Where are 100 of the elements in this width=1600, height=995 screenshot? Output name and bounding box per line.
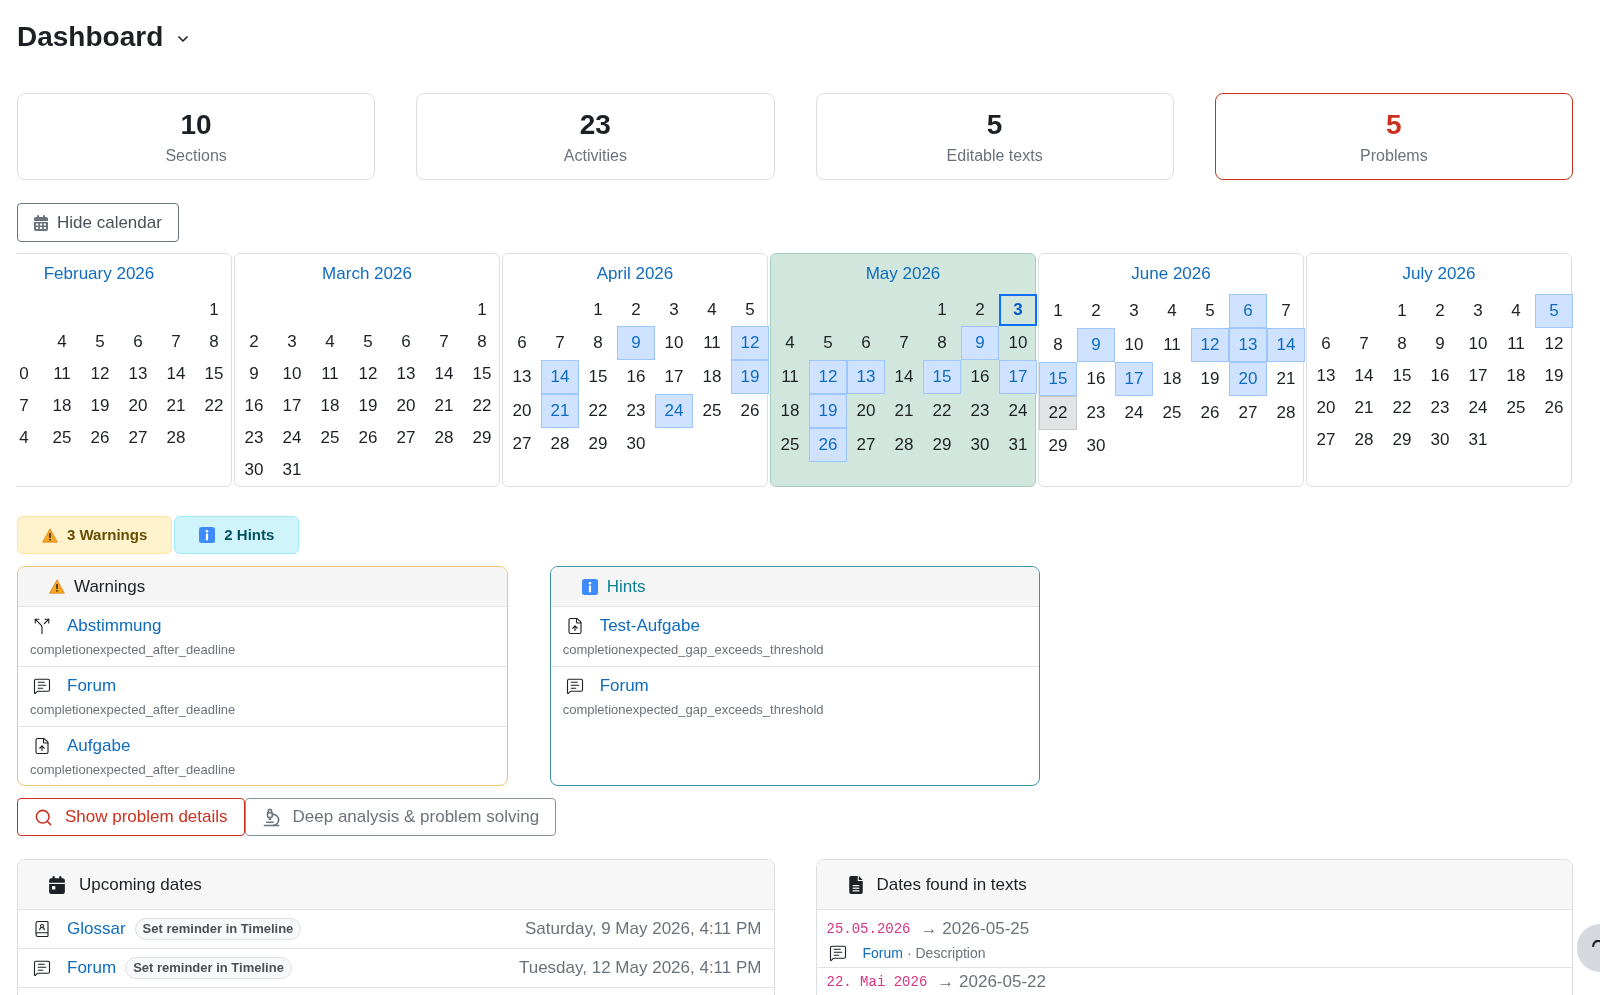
calendar-day: 24 [1115, 397, 1153, 429]
calendar-day: 15 [923, 360, 961, 394]
issue-code: completionexpected_after_deadline [30, 761, 236, 779]
calendar-day: 7 [157, 326, 195, 358]
activity-link[interactable]: Forum [599, 674, 649, 698]
issue-code: completionexpected_gap_exceeds_threshold [562, 701, 824, 719]
normalized-date: → 2026-05-25 [920, 919, 1030, 939]
activity-link[interactable]: Forum [67, 955, 117, 981]
calendar-day: 17 [1459, 360, 1497, 392]
calendar-day: 5 [349, 326, 387, 358]
calendar-day: 19 [1535, 360, 1573, 392]
calendar-icon [49, 875, 65, 894]
question-mark-icon [1592, 940, 1600, 947]
calendar-day: 25 [43, 422, 81, 454]
calendar-day: 29 [923, 429, 961, 461]
month-title[interactable]: July 2026 [1307, 254, 1571, 294]
calendar-day: 15 [463, 358, 501, 390]
calendar-day: 4 [693, 294, 731, 326]
stat-label: Problems [1360, 146, 1428, 166]
split-arrow-icon [33, 617, 51, 635]
calendar-day: 14 [885, 361, 923, 393]
activity-link[interactable]: Test-Aufgabe [599, 614, 700, 638]
document-icon [848, 875, 863, 894]
help-button[interactable] [1577, 924, 1600, 972]
hide-calendar-button[interactable]: Hide calendar [17, 203, 179, 242]
calendar-day: 13 [387, 358, 425, 390]
month-title[interactable]: March 2026 [235, 254, 499, 294]
activity-link[interactable]: Abstimmung [67, 614, 162, 638]
calendar-day: 20 [1229, 362, 1267, 396]
month-title[interactable]: April 2026 [503, 254, 767, 294]
calendar-day: 5 [1535, 294, 1573, 328]
calendar-day: 6 [1229, 294, 1267, 328]
calendar-day: 31 [1459, 424, 1497, 456]
activity-link[interactable]: Aufgabe [67, 734, 131, 758]
calendar-day: 1 [923, 294, 961, 326]
calendar-day: 6 [847, 327, 885, 359]
calendar-day: 1 [195, 294, 233, 326]
stat-label: Sections [165, 146, 227, 166]
calendar-day: 0 [17, 358, 43, 390]
calendar-day: 11 [43, 358, 81, 390]
activity-link[interactable]: Forum [67, 674, 117, 698]
calendar-day: 14 [157, 358, 195, 390]
calendar-day: 4 [43, 326, 81, 358]
calendar-day: 11 [1153, 329, 1191, 361]
show-details-button[interactable]: Show problem details [17, 798, 245, 836]
calendar-day: 18 [1153, 363, 1191, 395]
matched-date-text: 22. Mai 2026 [826, 973, 928, 991]
calendar-day: 19 [809, 394, 847, 428]
calendar-day: 16 [235, 390, 273, 422]
calendar-day: 10 [999, 327, 1037, 359]
calendar-day: 2 [617, 294, 655, 326]
calendar-day: 28 [541, 428, 579, 460]
calendar-day: 23 [1421, 392, 1459, 424]
calendar-day: 11 [771, 361, 809, 393]
file-upload-icon [565, 617, 584, 635]
calendar-day: 21 [885, 395, 923, 427]
calendar-day: 29 [1383, 424, 1421, 456]
microscope-icon [261, 807, 281, 827]
search-icon [34, 807, 53, 827]
calendar-day: 12 [1191, 328, 1229, 362]
calendar-day: 19 [731, 360, 769, 394]
page-title: Dashboard [17, 20, 164, 54]
issue-code: completionexpected_gap_exceeds_threshold [562, 641, 824, 659]
month-title[interactable]: February 2026 [17, 254, 231, 294]
warnings-count-badge[interactable]: 3 Warnings [17, 516, 173, 554]
calendar-day: 22 [195, 390, 233, 422]
calendar-day: 5 [809, 327, 847, 359]
hints-count-badge[interactable]: 2 Hints [174, 516, 300, 554]
calendar-day: 25 [693, 395, 731, 427]
card-title: Dates found in texts [876, 873, 1027, 896]
source-field: · Description [906, 942, 986, 964]
calendar-day: 28 [1267, 397, 1305, 429]
calendar-day: 20 [119, 390, 157, 422]
calendar-day: 4 [17, 422, 43, 454]
calendar-day: 4 [1497, 295, 1535, 327]
calendar-day: 19 [1191, 363, 1229, 395]
calendar-day: 9 [235, 358, 273, 390]
calendar-day: 26 [1535, 392, 1573, 424]
calendar-day: 6 [119, 326, 157, 358]
chat-bubble-icon [33, 677, 51, 695]
reminder-badge[interactable]: Set reminder in Timeline [125, 957, 292, 979]
calendar-day: 23 [961, 395, 999, 427]
month-title[interactable]: June 2026 [1039, 254, 1303, 294]
calendar-day: 12 [81, 358, 119, 390]
deep-analysis-button[interactable]: Deep analysis & problem solving [244, 798, 557, 836]
calendar-day: 13 [847, 360, 885, 394]
calendar-day: 5 [1191, 295, 1229, 327]
calendar-day: 11 [693, 327, 731, 359]
month-title[interactable]: May 2026 [771, 254, 1035, 294]
calendar-day: 26 [1191, 397, 1229, 429]
calendar-day: 27 [1307, 424, 1345, 456]
calendar-day: 24 [1459, 392, 1497, 424]
source-link[interactable]: Forum [862, 942, 903, 964]
calendar-day: 13 [503, 361, 541, 393]
reminder-badge[interactable]: Set reminder in Timeline [134, 918, 302, 940]
calendar-day: 2 [961, 294, 999, 326]
activity-link[interactable]: Glossar [67, 916, 126, 942]
calendar-day: 18 [1497, 360, 1535, 392]
calendar-day: 27 [847, 429, 885, 461]
calendar-day: 15 [579, 361, 617, 393]
